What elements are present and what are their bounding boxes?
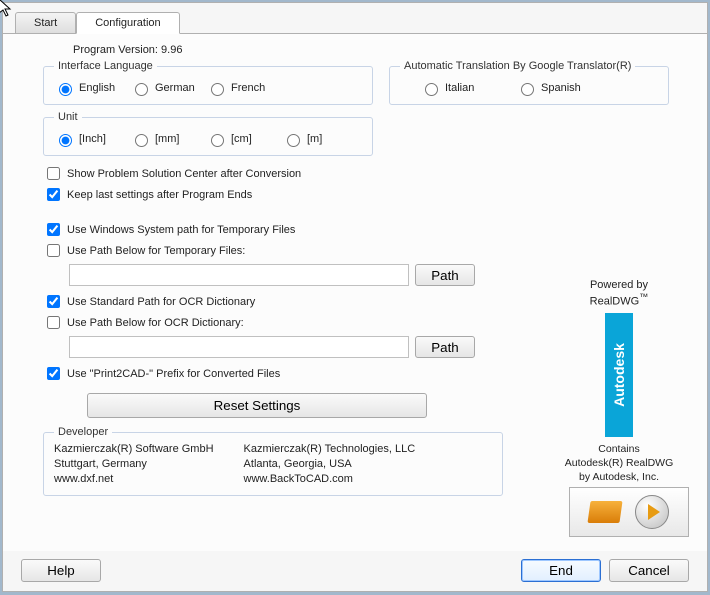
- radio-inch[interactable]: [Inch]: [54, 131, 124, 147]
- radio-m[interactable]: [m]: [282, 131, 352, 147]
- help-button[interactable]: Help: [21, 559, 101, 582]
- program-version-label: Program Version: 9.96: [73, 44, 687, 56]
- powered-by-panel: Powered by RealDWG™ Autodesk Contains Au…: [549, 278, 689, 484]
- footer-bar: Help End Cancel: [3, 551, 707, 590]
- legend-unit: Unit: [54, 111, 82, 123]
- radio-mm[interactable]: [mm]: [130, 131, 200, 147]
- radio-german[interactable]: German: [130, 80, 200, 96]
- legend-developer: Developer: [54, 426, 112, 438]
- config-window: Start Configuration Program Version: 9.9…: [2, 2, 708, 592]
- check-use-windows-temp-path[interactable]: Use Windows System path for Temporary Fi…: [43, 220, 687, 239]
- tab-configuration[interactable]: Configuration: [76, 12, 179, 34]
- radio-spanish[interactable]: Spanish: [516, 80, 586, 96]
- developer-col-1: Kazmierczak(R) Software GmbH Stuttgart, …: [54, 442, 214, 487]
- developer-col-2: Kazmierczak(R) Technologies, LLC Atlanta…: [244, 442, 416, 487]
- reset-settings-button[interactable]: Reset Settings: [87, 393, 427, 418]
- ocr-path-input[interactable]: [69, 336, 409, 358]
- group-auto-translation: Automatic Translation By Google Translat…: [389, 60, 669, 105]
- media-play-button[interactable]: [569, 487, 689, 537]
- group-developer: Developer Kazmierczak(R) Software GmbH S…: [43, 426, 503, 496]
- radio-italian[interactable]: Italian: [420, 80, 510, 96]
- film-icon: [589, 497, 625, 527]
- ocr-path-browse-button[interactable]: Path: [415, 336, 475, 358]
- tab-content: Program Version: 9.96 Interface Language…: [3, 33, 707, 551]
- temp-path-input[interactable]: [69, 264, 409, 286]
- check-keep-last-settings[interactable]: Keep last settings after Program Ends: [43, 185, 687, 204]
- play-icon: [635, 495, 669, 529]
- radio-french[interactable]: French: [206, 80, 276, 96]
- cancel-button[interactable]: Cancel: [609, 559, 689, 582]
- check-use-below-temp-path[interactable]: Use Path Below for Temporary Files:: [43, 241, 687, 260]
- group-interface-language: Interface Language English German French: [43, 60, 373, 105]
- legend-interface-language: Interface Language: [54, 60, 157, 72]
- group-unit: Unit [Inch] [mm] [cm] [m]: [43, 111, 373, 156]
- tabstrip: Start Configuration: [3, 3, 707, 33]
- radio-cm[interactable]: [cm]: [206, 131, 276, 147]
- autodesk-badge-icon: Autodesk: [605, 313, 633, 437]
- temp-path-browse-button[interactable]: Path: [415, 264, 475, 286]
- legend-auto-translation: Automatic Translation By Google Translat…: [400, 60, 635, 72]
- end-button[interactable]: End: [521, 559, 601, 582]
- radio-english[interactable]: English: [54, 80, 124, 96]
- check-show-problem-center[interactable]: Show Problem Solution Center after Conve…: [43, 164, 687, 183]
- tab-start[interactable]: Start: [15, 12, 76, 34]
